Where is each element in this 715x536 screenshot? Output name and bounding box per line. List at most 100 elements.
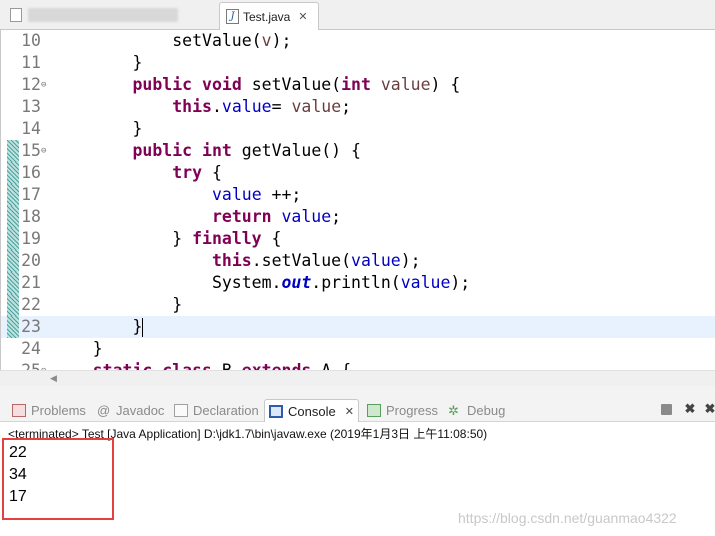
code-line[interactable]: 16 try { (1, 162, 715, 184)
code-line[interactable]: 10 setValue(v); (1, 30, 715, 52)
code-line[interactable]: 14 } (1, 118, 715, 140)
line-number: 20 (21, 251, 41, 270)
code-token: int (341, 75, 371, 94)
java-file-icon: J (226, 9, 239, 24)
code-token: = (271, 97, 292, 116)
code-text: static class B extends A { (53, 360, 351, 370)
code-line[interactable]: 17 value ++; (1, 184, 715, 206)
code-line[interactable]: 12 ⊖ public void setValue(int value) { (1, 74, 715, 96)
code-token: value (221, 97, 272, 116)
code-token: out (281, 273, 312, 292)
code-token: { (202, 163, 222, 182)
code-token: B (212, 361, 242, 370)
scrollbar-track[interactable] (66, 375, 715, 383)
code-token: value (380, 75, 431, 94)
declaration-icon (174, 404, 188, 417)
problems-icon (12, 404, 26, 417)
code-line[interactable]: 21 System.out.println(value); (1, 272, 715, 294)
view-tab-javadoc[interactable]: @ Javadoc (93, 399, 168, 422)
line-number: 18 (21, 207, 41, 226)
breakpoint-range-marker (7, 140, 19, 162)
breakpoint-range-marker (7, 272, 19, 294)
code-line[interactable]: 25⊖ static class B extends A { (1, 360, 715, 370)
line-number: 21 (21, 273, 41, 292)
code-token: ); (271, 31, 292, 50)
remove-launch-icon[interactable]: ✖ (683, 402, 697, 416)
code-line[interactable]: 13 this.value= value; (1, 96, 715, 118)
file-icon (10, 8, 22, 22)
code-token: value (291, 97, 342, 116)
code-line[interactable]: 22 } (1, 294, 715, 316)
view-tab-console[interactable]: Console ✕ (264, 399, 359, 422)
code-text: } (53, 316, 144, 338)
view-tab-declaration[interactable]: Declaration (170, 399, 263, 422)
code-token: ++; (261, 185, 302, 204)
code-text: setValue(v); (53, 30, 291, 52)
remove-all-launches-icon[interactable]: ✖ (703, 402, 715, 416)
line-number: 12 (21, 75, 41, 94)
code-text: System.out.println(value); (53, 272, 470, 294)
view-tab-problems[interactable]: Problems (8, 399, 90, 422)
code-text: } (53, 52, 142, 74)
code-token: . (211, 97, 222, 116)
code-token: ; (331, 207, 342, 226)
code-token: finally (192, 229, 262, 248)
debug-icon: ✲ (448, 403, 459, 418)
output-highlight-box (2, 438, 114, 520)
blurred-tab-label (28, 8, 178, 22)
code-text: } (53, 294, 182, 316)
code-token: } (53, 53, 143, 72)
code-token: ) { (430, 75, 461, 94)
code-line[interactable]: 18 return value; (1, 206, 715, 228)
code-token: } (53, 317, 143, 336)
code-text: try { (53, 162, 222, 184)
view-tab-progress[interactable]: Progress (363, 399, 442, 422)
horizontal-scrollbar[interactable]: ◀ (0, 370, 715, 386)
fold-toggle-icon[interactable]: ⊖ (41, 360, 46, 370)
code-editor[interactable]: 10 setValue(v); 11 } 12 ⊖ public void setVa… (0, 30, 715, 370)
blurred-editor-tab[interactable] (4, 4, 209, 26)
terminate-icon[interactable] (661, 404, 672, 415)
code-line[interactable]: 23 } (1, 316, 715, 338)
fold-toggle-icon[interactable]: ⊖ (41, 74, 46, 96)
editor-tab-test-java[interactable]: J Test.java ✕ (219, 2, 319, 30)
watermark: https://blog.csdn.net/guanmao4322 (458, 510, 677, 526)
view-tab-label: Javadoc (116, 403, 165, 418)
code-line[interactable]: 24 } (1, 338, 715, 360)
close-icon[interactable]: ✕ (298, 10, 307, 23)
code-text: this.setValue(value); (53, 250, 421, 272)
view-tab-debug[interactable]: ✲ Debug (444, 399, 509, 422)
code-token: ); (400, 251, 421, 270)
breakpoint-range-marker (7, 162, 19, 184)
code-token: ); (450, 273, 471, 292)
code-line[interactable]: 19 } finally { (1, 228, 715, 250)
code-token: { (261, 229, 282, 248)
code-line[interactable]: 15 ⊖ public int getValue() { (1, 140, 715, 162)
scroll-left-arrow-icon[interactable]: ◀ (50, 373, 57, 384)
code-line[interactable]: 20 this.setValue(value); (1, 250, 715, 272)
view-tab-label: Declaration (193, 403, 259, 418)
code-token: static (93, 361, 153, 370)
line-number: 15 (21, 141, 41, 160)
code-token: try (172, 163, 203, 182)
line-number: 11 (21, 53, 41, 72)
line-number: 10 (21, 31, 41, 50)
code-token: return (211, 207, 272, 226)
line-number: 22 (21, 295, 41, 314)
panel-separator (0, 386, 715, 396)
fold-toggle-icon[interactable]: ⊖ (41, 140, 46, 162)
text-caret (142, 318, 144, 337)
code-text: } (53, 118, 142, 140)
code-token: } (53, 229, 193, 248)
close-icon[interactable]: ✕ (345, 405, 354, 418)
editor-tab-bar: J Test.java ✕ (0, 0, 715, 30)
code-token: } (53, 119, 143, 138)
code-line[interactable]: 11 } (1, 52, 715, 74)
breakpoint-range-marker (7, 184, 19, 206)
code-token: public (132, 141, 193, 160)
